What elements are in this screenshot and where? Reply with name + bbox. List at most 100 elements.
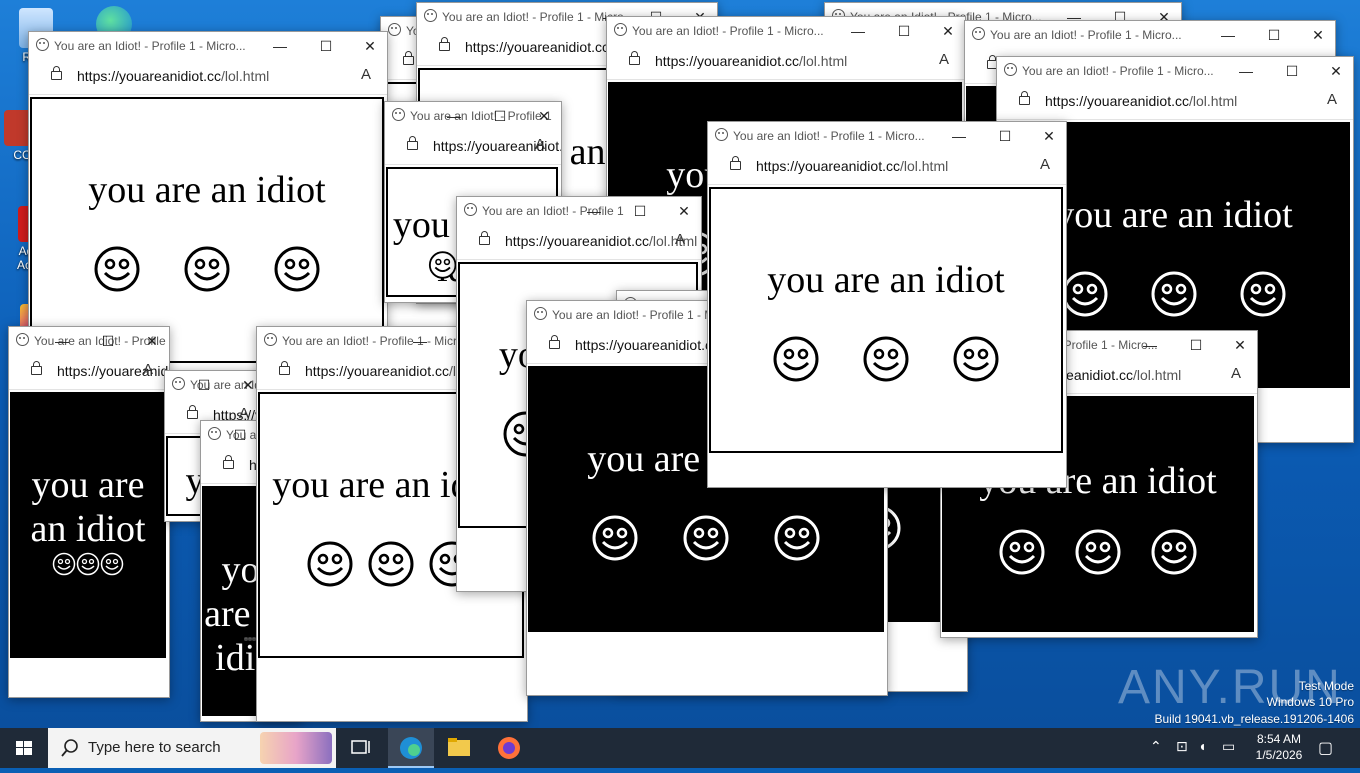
close-button[interactable]: ✕: [1307, 24, 1329, 46]
smiley-favicon-icon: [208, 427, 221, 440]
maximize-button[interactable]: ☐: [994, 125, 1016, 147]
read-aloud-icon[interactable]: A: [1327, 91, 1337, 108]
smiley-favicon-icon: [392, 108, 405, 121]
minimize-button[interactable]: —: [948, 125, 970, 147]
url-text[interactable]: https://youareanidiot.cc/lol.html: [756, 158, 948, 174]
smiley-icon: [1151, 271, 1197, 317]
read-aloud-icon[interactable]: A: [143, 361, 153, 378]
minimize-button[interactable]: —: [409, 330, 431, 352]
maximize-button[interactable]: ☐: [893, 20, 915, 42]
window-title-bar[interactable]: You are an Idiot! - Profile 1 — ☐ ✕: [457, 197, 701, 225]
close-button[interactable]: ✕: [359, 35, 381, 57]
minimize-button[interactable]: —: [165, 374, 169, 396]
idiot-message: you are an idiot: [767, 259, 1005, 301]
lock-icon: [31, 361, 42, 375]
minimize-button[interactable]: —: [269, 35, 291, 57]
close-button[interactable]: ✕: [1229, 334, 1251, 356]
address-bar[interactable]: https://youareanidiot.cc/lol.html A: [29, 60, 387, 95]
maximize-button[interactable]: ☐: [1281, 60, 1303, 82]
start-button[interactable]: [0, 728, 48, 768]
url-host: https://youareanidiot.cc: [756, 158, 900, 174]
address-bar[interactable]: https://youareanidiot.cc/lol.html A: [997, 85, 1353, 120]
close-button[interactable]: ✕: [141, 330, 163, 352]
page-content: you are an idiot: [708, 185, 1066, 487]
window-title: You are an Idiot! - Profile 1 - Micro...: [1022, 64, 1214, 78]
taskbar-file-explorer-button[interactable]: [438, 728, 480, 768]
read-aloud-icon[interactable]: A: [1231, 365, 1241, 382]
minimize-button[interactable]: —: [201, 424, 205, 446]
url-path: /lol.html: [1188, 93, 1238, 109]
clock-time: 8:54 AM: [1256, 732, 1302, 746]
minimize-button[interactable]: —: [1235, 60, 1257, 82]
search-highlight-icon: [260, 732, 332, 764]
close-button[interactable]: ✕: [533, 105, 555, 127]
lock-icon: [730, 156, 741, 170]
maximize-button[interactable]: ☐: [1185, 334, 1207, 356]
url-text[interactable]: https://youareanidiot.cc/lol.html: [1045, 93, 1237, 109]
notifications-icon[interactable]: ▢: [1318, 738, 1333, 758]
maximize-button[interactable]: ☐: [193, 374, 215, 396]
smiley-favicon-icon: [715, 128, 728, 141]
window-title-bar[interactable]: You are an Idiot! - Profile 1 — ☐ ✕: [9, 327, 169, 355]
browser-window[interactable]: You are an Idiot! - Profile 1 - Micro...…: [707, 121, 1067, 488]
lock-icon: [549, 335, 560, 349]
window-title-bar[interactable]: You are an Idiot! - Profile 1 - Micro...…: [965, 21, 1335, 49]
window-title-bar[interactable]: You are an Idiot! - Profile 1 - Micro...…: [708, 122, 1066, 150]
address-bar[interactable]: https://youareanidiot.cc/lol.html A: [9, 355, 169, 390]
maximize-button[interactable]: ☐: [489, 105, 511, 127]
window-title-bar[interactable]: You are an Idiot! - Profile 1 - Micro...…: [607, 17, 965, 45]
window-title-bar[interactable]: You are an Idiot! - Profile 1 — ☐ ✕: [165, 371, 265, 399]
read-aloud-icon[interactable]: A: [939, 51, 949, 68]
url-text[interactable]: https://youareanidiot.cc/lol.html: [655, 53, 847, 69]
window-title-bar[interactable]: You are an Idiot! - Profile 1 - Micro...…: [29, 32, 387, 60]
network-icon[interactable]: ⊡: [1176, 738, 1188, 755]
taskbar-firefox-button[interactable]: [486, 728, 532, 768]
maximize-button[interactable]: ☐: [97, 330, 119, 352]
smiley-icon: [863, 336, 909, 382]
close-button[interactable]: ✕: [1038, 125, 1060, 147]
lock-icon: [279, 361, 290, 375]
task-view-button[interactable]: [340, 728, 380, 768]
maximize-button[interactable]: ☐: [229, 424, 251, 446]
volume-icon[interactable]: ◖: [1198, 738, 1206, 754]
window-title-bar[interactable]: You are an Idiot! - Profile 1 — ☐ ✕: [385, 102, 561, 130]
url-host: https://youareanidiot.cc: [1045, 93, 1189, 109]
read-aloud-icon[interactable]: A: [361, 66, 371, 83]
tray-chevron-icon[interactable]: ⌃: [1150, 738, 1162, 755]
url-text[interactable]: https://youareanidiot.cc/lol.html: [505, 233, 697, 249]
address-bar[interactable]: https://youareanidiot.cc/lol.html A: [457, 225, 701, 260]
smiley-icon: [773, 336, 819, 382]
read-aloud-icon[interactable]: A: [1040, 156, 1050, 173]
url-path: /lol.html: [220, 68, 270, 84]
taskbar-edge-button[interactable]: [388, 728, 434, 768]
read-aloud-icon[interactable]: A: [675, 231, 685, 248]
close-button[interactable]: ✕: [1325, 60, 1347, 82]
url-text[interactable]: https://youareanidiot.cc/lol.html: [77, 68, 269, 84]
maximize-button[interactable]: ☐: [629, 200, 651, 222]
smiley-icon: [76, 552, 100, 576]
url-path: /lol.html: [648, 233, 698, 249]
minimize-button[interactable]: —: [583, 200, 605, 222]
address-bar[interactable]: https://youareanidiot.cc/lol.html A: [607, 45, 965, 80]
address-bar[interactable]: https://youareanidiot.cc/lol.html A: [385, 130, 561, 165]
address-bar[interactable]: https://youareanidiot.cc/lol.html A: [708, 150, 1066, 185]
minimize-button[interactable]: —: [51, 330, 73, 352]
browser-window[interactable]: You are an Idiot! - Profile 1 — ☐ ✕ http…: [8, 326, 170, 698]
clock[interactable]: 8:54 AM 1/5/2026: [1244, 732, 1314, 762]
read-aloud-icon[interactable]: A: [535, 136, 545, 153]
minimize-button[interactable]: —: [443, 105, 465, 127]
window-title: You are an Idiot! - Profile 1 - Micro...: [733, 129, 925, 143]
search-box[interactable]: Type here to search: [48, 728, 336, 768]
search-icon: [61, 739, 78, 757]
minimize-button[interactable]: —: [1139, 334, 1161, 356]
close-button[interactable]: ✕: [673, 200, 695, 222]
minimize-button[interactable]: —: [1217, 24, 1239, 46]
maximize-button[interactable]: ☐: [315, 35, 337, 57]
idiot-message-box: you are an idiot: [30, 97, 384, 363]
input-icon[interactable]: ▭: [1222, 738, 1235, 755]
maximize-button[interactable]: ☐: [1263, 24, 1285, 46]
smiley-icon: [1075, 529, 1121, 575]
close-button[interactable]: ✕: [937, 20, 959, 42]
window-title-bar[interactable]: You are an Idiot! - Profile 1 - Micro...…: [997, 57, 1353, 85]
minimize-button[interactable]: —: [847, 20, 869, 42]
